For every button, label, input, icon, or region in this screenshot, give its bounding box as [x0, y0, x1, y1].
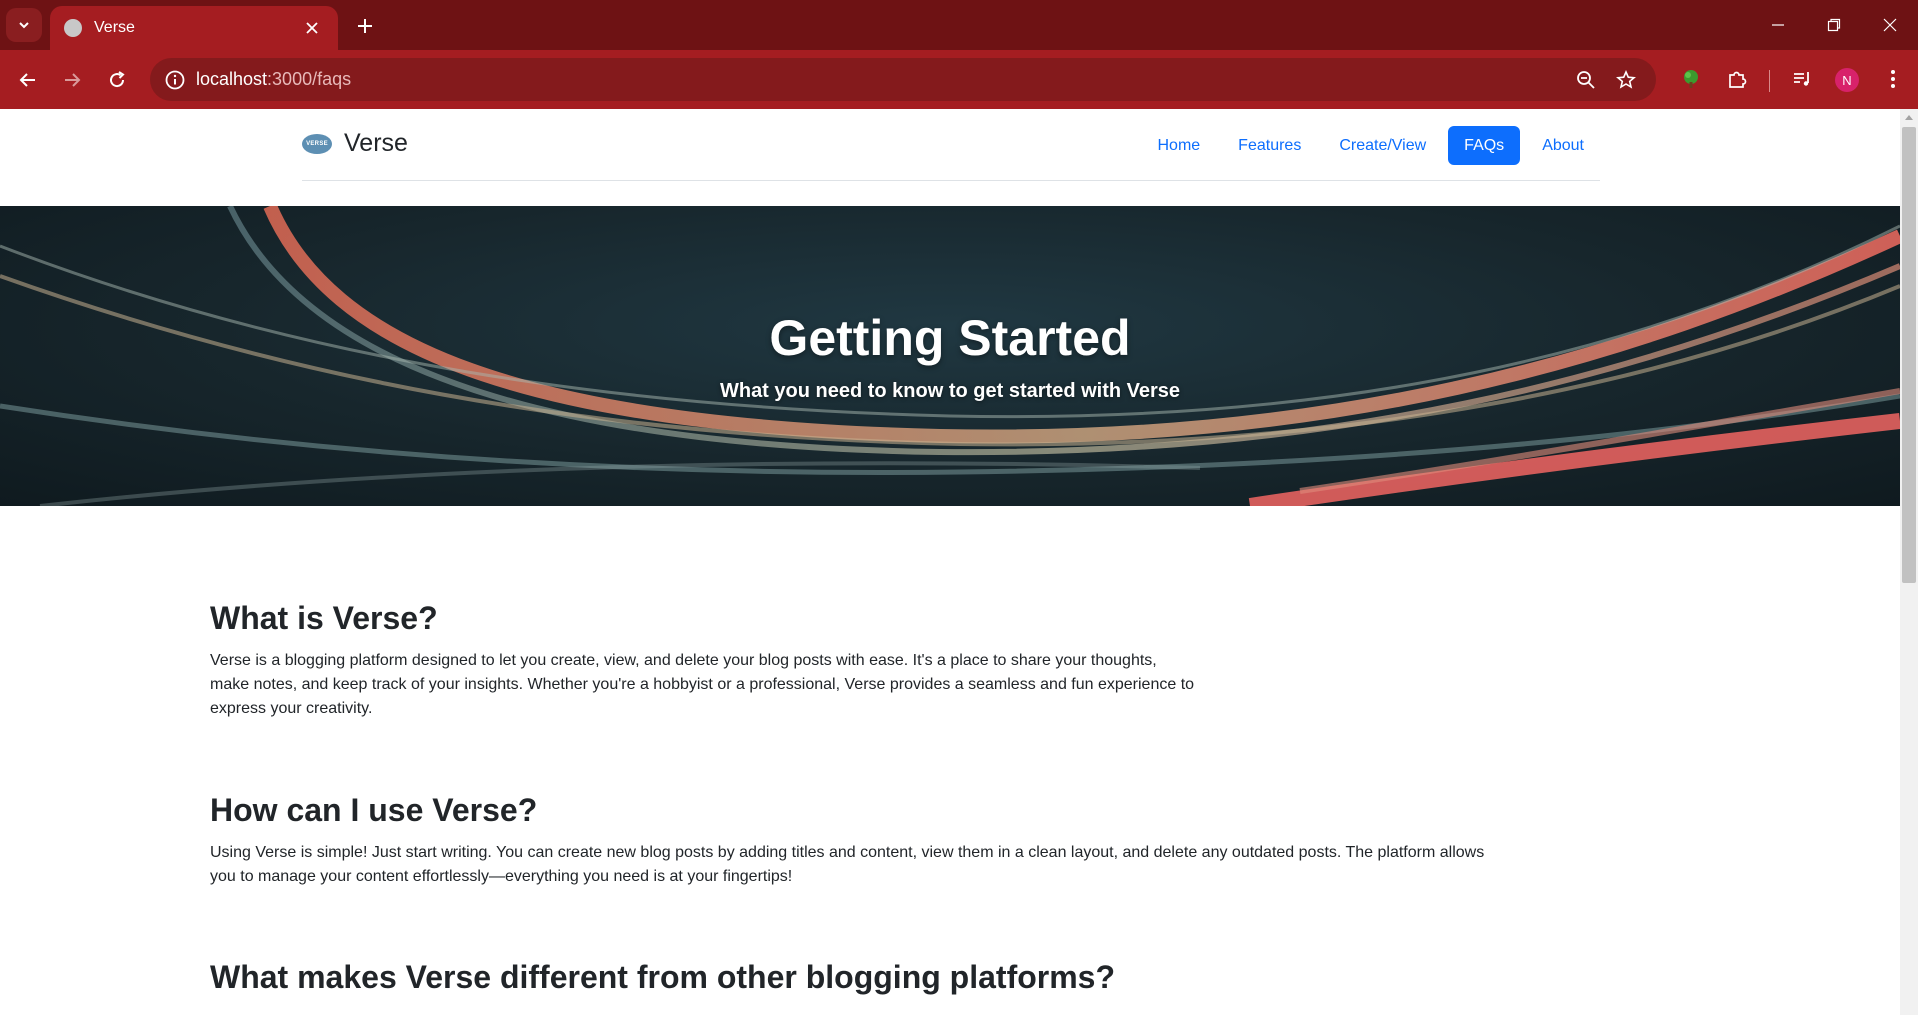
arrow-right-icon [65, 73, 81, 87]
nav-faqs[interactable]: FAQs [1448, 126, 1521, 165]
faq-item: How can I use Verse? Using Verse is simp… [210, 791, 1510, 889]
restore-button[interactable] [1806, 0, 1862, 50]
brand-name: Verse [344, 129, 408, 157]
tab-close-button[interactable] [300, 16, 324, 40]
reload-button[interactable] [101, 64, 133, 96]
address-bar[interactable]: localhost:3000/faqs [150, 58, 1656, 101]
browser-toolbar: localhost:3000/faqs N [0, 50, 1918, 109]
page-scrollbar[interactable] [1900, 109, 1918, 1015]
nav-features[interactable]: Features [1222, 126, 1317, 165]
tab-title: Verse [94, 19, 135, 36]
arrow-left-icon [19, 73, 35, 87]
close-icon [1883, 18, 1897, 32]
browser-tab-strip: Verse [0, 0, 1918, 50]
minimize-button[interactable] [1750, 0, 1806, 50]
faq-answer: Verse is a blogging platform designed to… [210, 652, 1195, 717]
page-viewport: VERSE Verse Home Features Create/View FA… [0, 109, 1900, 1015]
tree-icon [1684, 70, 1698, 88]
media-control-button[interactable] [1788, 65, 1816, 93]
scroll-up-arrow-icon[interactable] [1905, 115, 1913, 120]
browser-menu-button[interactable] [1879, 65, 1907, 93]
url-host: localhost [196, 69, 268, 89]
minimize-icon [1772, 24, 1784, 26]
browser-tab-active[interactable]: Verse [50, 6, 338, 50]
faq-question: What is Verse? [210, 600, 438, 636]
chevron-down-icon [19, 22, 29, 29]
zoom-out-icon [1577, 71, 1595, 89]
brand-link[interactable]: VERSE Verse [302, 129, 408, 158]
puzzle-icon [1729, 71, 1747, 88]
hero-subtitle: What you need to know to get started wit… [719, 380, 1181, 402]
faq-item: What is Verse? Verse is a blogging platf… [210, 599, 1200, 721]
verse-logo: VERSE [302, 133, 332, 154]
reload-icon [110, 71, 125, 88]
playlist-icon [1794, 72, 1809, 86]
globe-icon [64, 19, 82, 37]
new-tab-button[interactable] [350, 11, 380, 41]
extension-tree-button[interactable] [1677, 65, 1705, 93]
faq-question: How can I use Verse? [210, 792, 538, 828]
forward-button[interactable] [56, 64, 88, 96]
toolbar-divider [1769, 70, 1770, 92]
tab-search-button[interactable] [6, 8, 42, 42]
profile-avatar[interactable]: N [1835, 68, 1859, 92]
back-button[interactable] [12, 64, 44, 96]
url-text: localhost:3000/faqs [196, 69, 351, 90]
site-header: VERSE Verse Home Features Create/View FA… [302, 109, 1600, 181]
hero-title: Getting Started [769, 310, 1131, 366]
zoom-button[interactable] [1574, 68, 1598, 92]
extensions-button[interactable] [1723, 65, 1751, 93]
faq-item: What makes Verse different from other bl… [210, 958, 1510, 1008]
close-window-button[interactable] [1862, 0, 1918, 50]
nav-create-view[interactable]: Create/View [1323, 126, 1442, 165]
hero-banner: Getting Started What you need to know to… [0, 206, 1900, 506]
bookmark-button[interactable] [1614, 68, 1638, 92]
scrollbar-thumb[interactable] [1902, 127, 1916, 583]
faq-answer: Using Verse is simple! Just start writin… [210, 844, 1485, 885]
restore-icon [1827, 18, 1841, 32]
main-nav: Home Features Create/View FAQs About [1141, 126, 1600, 165]
kebab-menu-icon [1891, 70, 1895, 88]
nav-about[interactable]: About [1526, 126, 1600, 165]
faq-question: What makes Verse different from other bl… [210, 959, 1116, 995]
close-icon [306, 22, 318, 34]
nav-home[interactable]: Home [1141, 126, 1216, 165]
star-icon [1616, 70, 1636, 89]
site-info-icon[interactable] [164, 69, 186, 91]
url-path: :3000/faqs [267, 69, 352, 89]
plus-icon [358, 19, 372, 33]
